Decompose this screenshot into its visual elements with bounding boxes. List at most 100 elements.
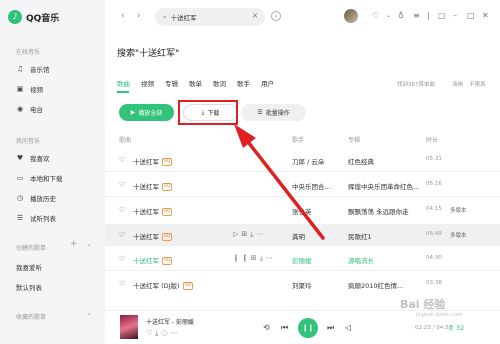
heart-icon[interactable]: ♡ xyxy=(119,206,125,214)
heart-icon[interactable]: ♡ xyxy=(119,255,125,263)
more-versions-link[interactable]: 多版本 xyxy=(450,206,467,214)
song-singer[interactable]: 彭丽媛 xyxy=(292,255,312,265)
song-singer[interactable]: 刘聚玲 xyxy=(292,280,312,290)
heart-icon[interactable]: ♡ xyxy=(119,280,125,288)
tab-users[interactable]: 用户 xyxy=(261,78,274,88)
previous-icon[interactable]: ⏮ xyxy=(281,323,288,333)
playlist-count[interactable]: ♫ 32 xyxy=(448,324,464,332)
chevron-down-icon[interactable]: ⌄ xyxy=(86,309,92,317)
tab-songs[interactable]: 歌曲 xyxy=(117,78,130,88)
app-logo[interactable]: ♪ QQ音乐 xyxy=(8,10,59,24)
heart-icon: ♥ xyxy=(16,154,24,162)
song-album[interactable]: 辉煌中央乐团革命红色... xyxy=(348,181,419,191)
song-album[interactable]: 民歌红1 xyxy=(348,231,372,241)
watermark: Bai 经验 jingyan.baidu.com xyxy=(400,298,463,318)
sidebar-item-radio[interactable]: ◉ 电台 xyxy=(16,104,43,114)
forward-icon[interactable]: › xyxy=(137,11,141,21)
sidebar-item-favorites[interactable]: ♥ 我喜欢 xyxy=(16,153,50,163)
song-singer[interactable]: 张也英 xyxy=(292,206,312,216)
volume-icon[interactable]: ◁ xyxy=(345,323,351,332)
section-my-music: 我的音乐 xyxy=(16,138,41,145)
song-singer[interactable]: 刀郎 / 云朵 xyxy=(292,156,324,166)
main-content: ‹ › ⌕ 十送红军 ✕ ↓ ♡ ⌄ ♁ ≡ | ▢ – □ ✕ 搜索"十送红军… xyxy=(105,0,500,310)
sidebar-item-label: 播放历史 xyxy=(30,195,56,203)
search-input[interactable]: ⌕ 十送红军 ✕ xyxy=(155,8,265,26)
song-album[interactable]: 飘飘荡荡 永远跟你走 xyxy=(348,206,409,216)
table-row[interactable]: ♡ 十送红军 SQ ▷⊞⤓⋯ 龚玥 民歌红1 06:49 多版本 xyxy=(105,224,500,246)
now-playing-title[interactable]: 十送红军 - 彭丽媛 xyxy=(146,317,194,326)
table-row[interactable]: ♡ 十送红军 SQ 中央乐团合... 辉煌中央乐团革命红色... 05:16 xyxy=(105,174,500,196)
tab-albums[interactable]: 专辑 xyxy=(165,78,178,88)
loop-mode-icon[interactable]: ⟲ xyxy=(263,323,270,332)
play-all-button[interactable]: ▶ 播放全部 xyxy=(119,104,174,121)
song-name: 十送红军 SQ xyxy=(133,233,173,241)
voice-search-icon[interactable]: ↓ xyxy=(271,11,281,21)
tab-singers[interactable]: 歌手 xyxy=(237,78,250,88)
sidebar-item-label: 试听列表 xyxy=(30,215,56,223)
sidebar-item-video[interactable]: ▣ 视频 xyxy=(16,84,43,94)
meta-link-filter[interactable]: 不限表 xyxy=(469,80,486,88)
sidebar-item-local-download[interactable]: ▭ 本地和下载 xyxy=(16,173,63,183)
avatar[interactable] xyxy=(344,9,358,23)
song-duration: 04:15 xyxy=(426,206,442,212)
sidebar-item-music-hall[interactable]: ♫ 音乐馆 xyxy=(16,64,50,74)
sidebar-item-history[interactable]: ◷ 播放历史 xyxy=(16,193,56,203)
add-playlist-icon[interactable]: + xyxy=(70,239,78,249)
song-duration: 06:49 xyxy=(426,231,442,237)
table-row[interactable]: ♡ 十送红军 SQ 刀郎 / 云朵 红色经典 05:31 xyxy=(105,149,500,171)
header-singer: 歌手 xyxy=(292,137,305,144)
song-singer[interactable]: 龚玥 xyxy=(292,231,305,241)
maximize-icon[interactable]: □ xyxy=(467,11,475,20)
settings-icon[interactable]: ≡ xyxy=(413,11,420,20)
song-singer[interactable]: 中央乐团合... xyxy=(292,181,331,191)
add-icon[interactable]: ⊞ xyxy=(251,254,260,262)
more-icon[interactable]: ⋯ xyxy=(266,254,276,262)
song-album[interactable]: 源唱流长 xyxy=(348,255,374,265)
pause-icon[interactable]: ❙❙ xyxy=(233,254,251,262)
album-cover[interactable] xyxy=(120,315,138,339)
tab-videos[interactable]: 视频 xyxy=(141,78,154,88)
meta-link-clear[interactable]: 清晰 xyxy=(452,80,463,88)
section-created-playlists: 创建的歌单 xyxy=(16,245,47,252)
table-row[interactable]: ♡ 十送红军 SQ 张也英 飘飘荡荡 永远跟你走 04:15 多版本 xyxy=(105,199,500,221)
song-duration: 03:38 xyxy=(426,280,442,286)
vip-icon[interactable]: ♡ xyxy=(372,11,379,20)
sidebar-item-playlist[interactable]: 我喜爱听 xyxy=(16,262,42,272)
batch-operation-button[interactable]: ☰ 批量操作 xyxy=(241,104,306,121)
sidebar-item-label: 电台 xyxy=(30,106,43,114)
song-name: 十送红军 (DJ版) SQ xyxy=(133,282,193,290)
active-tab-indicator xyxy=(117,91,129,93)
song-album[interactable]: 疯颠2010红色情... xyxy=(348,280,403,290)
skin-icon[interactable]: ♁ xyxy=(398,11,404,20)
pause-button[interactable]: ❙❙ xyxy=(298,318,318,338)
tab-playlists[interactable]: 歌单 xyxy=(189,78,202,88)
sidebar-item-playlist[interactable]: 默认列表 xyxy=(16,282,42,292)
heart-icon[interactable]: ♡ xyxy=(146,329,155,337)
tab-lyrics[interactable]: 歌词 xyxy=(213,78,226,88)
sidebar-item-label: 本地和下载 xyxy=(30,175,63,183)
add-icon[interactable]: ⊞ xyxy=(241,230,250,238)
heart-icon[interactable]: ♡ xyxy=(119,231,125,239)
song-album[interactable]: 红色经典 xyxy=(348,156,374,166)
next-icon[interactable]: ⏭ xyxy=(327,323,334,333)
page-title: 搜索"十送红军" xyxy=(117,49,180,59)
batch-label: 批量操作 xyxy=(265,110,290,117)
clear-search-icon[interactable]: ✕ xyxy=(252,12,258,20)
chevron-down-icon[interactable]: ⌄ xyxy=(86,240,92,248)
sidebar-item-label: 视频 xyxy=(30,86,43,94)
chevron-down-icon[interactable]: ⌄ xyxy=(386,12,391,19)
table-row[interactable]: ♡ 十送红军 (DJ版) SQ 刘聚玲 疯颠2010红色情... 03:38 xyxy=(105,273,500,295)
more-versions-link[interactable]: 多版本 xyxy=(450,231,467,239)
back-icon[interactable]: ‹ xyxy=(121,11,125,21)
table-row[interactable]: ♡ 十送红军 SQ ❙❙⊞⤓⋯ 彭丽媛 源唱流长 04:30 xyxy=(105,248,500,270)
sidebar-item-trial-list[interactable]: ☰ 试听列表 xyxy=(16,213,56,223)
close-icon[interactable]: ✕ xyxy=(482,11,489,20)
comment-icon[interactable]: ◌ xyxy=(161,329,170,337)
more-icon[interactable]: ⋯ xyxy=(256,230,266,238)
mini-mode-icon[interactable]: ▢ xyxy=(438,11,446,20)
heart-icon[interactable]: ♡ xyxy=(119,181,125,189)
result-count: 找到367首单曲 xyxy=(397,82,435,88)
more-icon[interactable]: ⋯ xyxy=(171,329,181,337)
minimize-icon[interactable]: – xyxy=(453,11,457,20)
heart-icon[interactable]: ♡ xyxy=(119,156,125,164)
